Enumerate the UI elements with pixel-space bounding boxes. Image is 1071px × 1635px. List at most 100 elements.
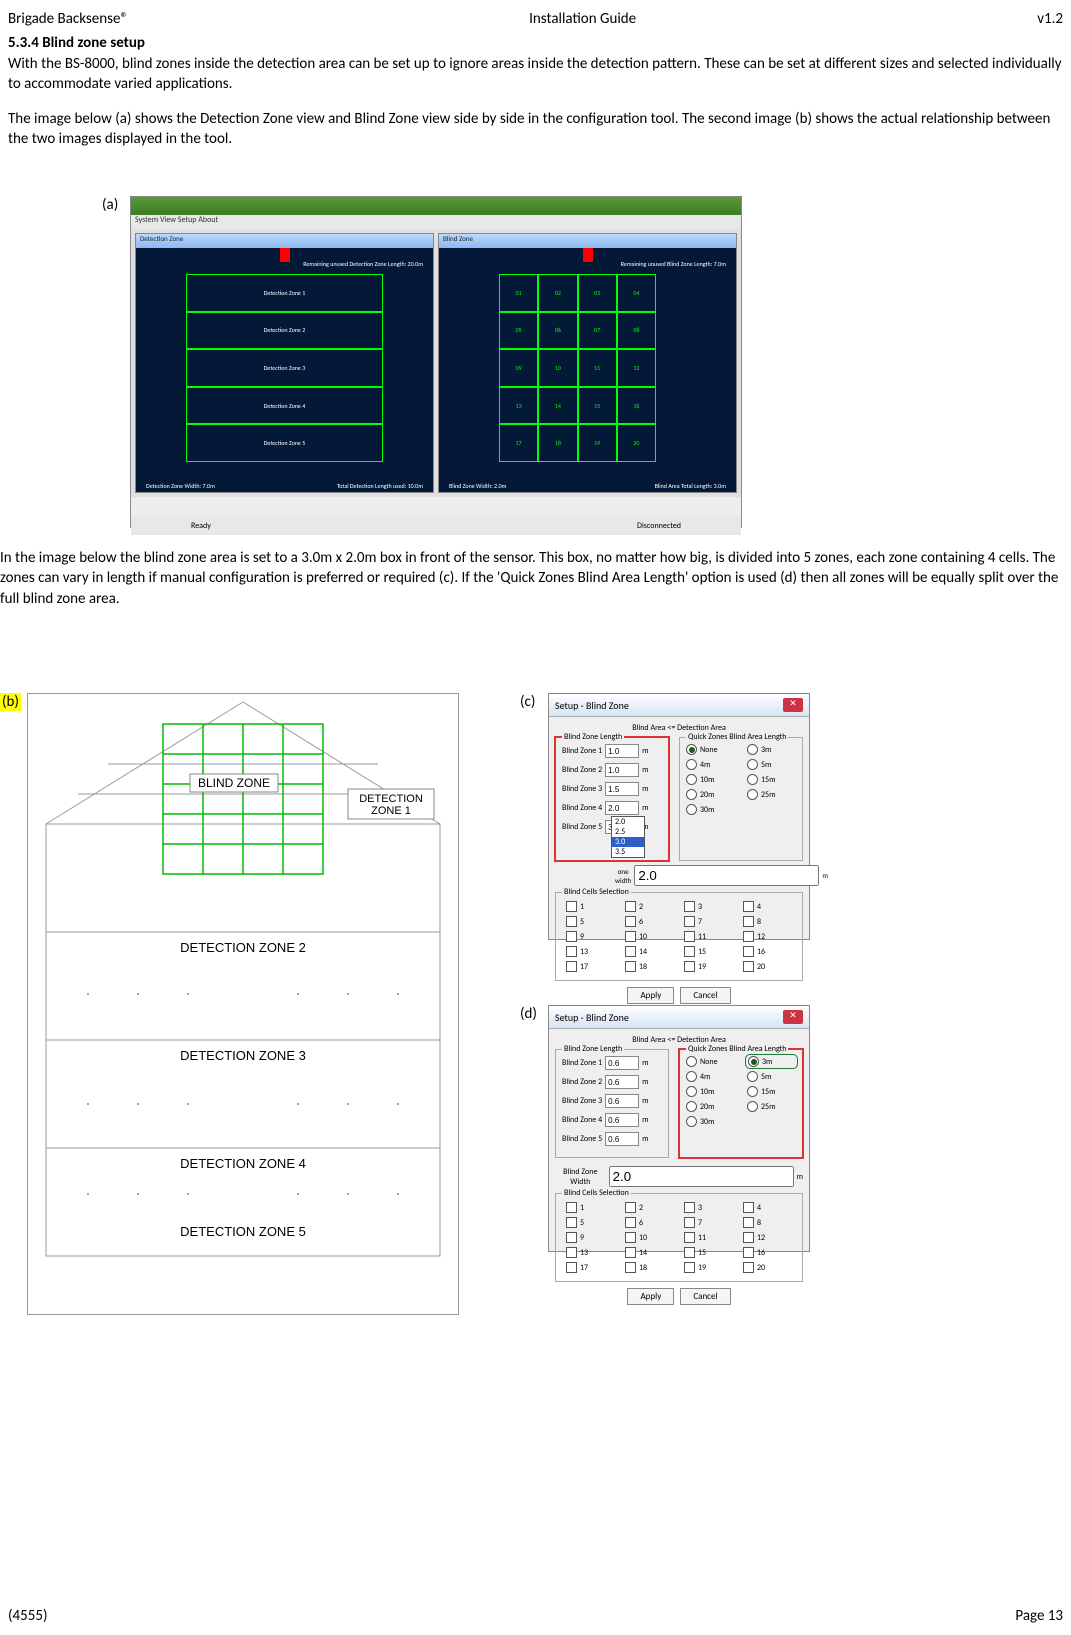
close-icon[interactable]: ✕ — [783, 698, 803, 712]
blind-cell-checkbox[interactable]: 17 — [566, 1262, 615, 1273]
blind-cell-checkbox[interactable]: 7 — [684, 1217, 733, 1228]
quick-zone-option[interactable]: 25m — [747, 1101, 796, 1112]
quick-zone-option[interactable]: None — [686, 744, 735, 755]
radio-icon[interactable] — [686, 804, 697, 815]
blind-cell-checkbox[interactable]: 15 — [684, 946, 733, 957]
checkbox-icon[interactable] — [566, 1217, 577, 1228]
checkbox-icon[interactable] — [743, 1262, 754, 1273]
blind-cell-checkbox[interactable]: 16 — [743, 1247, 792, 1258]
blind-cell-checkbox[interactable]: 2 — [625, 901, 674, 912]
checkbox-icon[interactable] — [684, 961, 695, 972]
quick-zone-option[interactable]: 10m — [686, 1086, 735, 1097]
cancel-button[interactable]: Cancel — [680, 987, 730, 1004]
quick-zone-option[interactable]: 15m — [747, 774, 796, 785]
blind-cell-checkbox[interactable]: 20 — [743, 1262, 792, 1273]
radio-icon[interactable] — [686, 759, 697, 770]
quick-zone-option[interactable]: 30m — [686, 1116, 735, 1127]
checkbox-icon[interactable] — [566, 1262, 577, 1273]
checkbox-icon[interactable] — [684, 1217, 695, 1228]
blind-zone-length-input[interactable] — [605, 1075, 639, 1089]
blind-cell-checkbox[interactable]: 1 — [566, 1202, 615, 1213]
radio-icon[interactable] — [747, 1086, 758, 1097]
quick-zone-option[interactable]: 20m — [686, 789, 735, 800]
checkbox-icon[interactable] — [625, 1247, 636, 1258]
checkbox-icon[interactable] — [743, 916, 754, 927]
checkbox-icon[interactable] — [625, 901, 636, 912]
blind-zone-length-input[interactable] — [605, 1094, 639, 1108]
checkbox-icon[interactable] — [684, 931, 695, 942]
blind-cell-checkbox[interactable]: 16 — [743, 946, 792, 957]
blind-zone-length-input[interactable] — [605, 1132, 639, 1146]
checkbox-icon[interactable] — [566, 946, 577, 957]
quick-zone-option[interactable]: 5m — [747, 1071, 796, 1082]
length-dropdown-list[interactable]: 2.0 2.5 3.0 3.5 — [611, 816, 645, 858]
radio-icon[interactable] — [686, 1101, 697, 1112]
blind-cell-checkbox[interactable]: 6 — [625, 916, 674, 927]
quick-zone-option[interactable]: 15m — [747, 1086, 796, 1097]
blind-cell-checkbox[interactable]: 19 — [684, 1262, 733, 1273]
radio-icon[interactable] — [747, 1071, 758, 1082]
radio-icon[interactable] — [747, 744, 758, 755]
checkbox-icon[interactable] — [743, 1202, 754, 1213]
quick-zone-option[interactable]: None — [686, 1056, 735, 1067]
blind-cell-checkbox[interactable]: 15 — [684, 1247, 733, 1258]
checkbox-icon[interactable] — [684, 1247, 695, 1258]
quick-zone-option[interactable]: 5m — [747, 759, 796, 770]
checkbox-icon[interactable] — [566, 916, 577, 927]
blind-cell-checkbox[interactable]: 12 — [743, 1232, 792, 1243]
blind-cell-checkbox[interactable]: 13 — [566, 946, 615, 957]
checkbox-icon[interactable] — [743, 931, 754, 942]
blind-cell-checkbox[interactable]: 20 — [743, 961, 792, 972]
blind-cell-checkbox[interactable]: 7 — [684, 916, 733, 927]
radio-icon[interactable] — [686, 744, 697, 755]
blind-cell-checkbox[interactable]: 14 — [625, 1247, 674, 1258]
apply-button[interactable]: Apply — [627, 1288, 674, 1305]
blind-cell-checkbox[interactable]: 9 — [566, 931, 615, 942]
radio-icon[interactable] — [686, 1071, 697, 1082]
checkbox-icon[interactable] — [566, 1202, 577, 1213]
radio-icon[interactable] — [686, 1056, 697, 1067]
blind-cell-checkbox[interactable]: 14 — [625, 946, 674, 957]
blind-cell-checkbox[interactable]: 4 — [743, 901, 792, 912]
checkbox-icon[interactable] — [743, 1247, 754, 1258]
blind-cell-checkbox[interactable]: 12 — [743, 931, 792, 942]
blind-cell-checkbox[interactable]: 5 — [566, 916, 615, 927]
close-icon[interactable]: ✕ — [783, 1010, 803, 1024]
apply-button[interactable]: Apply — [627, 987, 674, 1004]
checkbox-icon[interactable] — [743, 961, 754, 972]
quick-zone-option[interactable]: 25m — [747, 789, 796, 800]
checkbox-icon[interactable] — [684, 1232, 695, 1243]
checkbox-icon[interactable] — [625, 931, 636, 942]
radio-icon[interactable] — [747, 1101, 758, 1112]
radio-icon[interactable] — [747, 774, 758, 785]
blind-cell-checkbox[interactable]: 11 — [684, 1232, 733, 1243]
blind-zone-width-input[interactable] — [634, 865, 819, 886]
blind-zone-length-input[interactable] — [605, 782, 639, 796]
quick-zone-option[interactable]: 30m — [686, 804, 735, 815]
blind-cell-checkbox[interactable]: 18 — [625, 1262, 674, 1273]
checkbox-icon[interactable] — [743, 946, 754, 957]
blind-zone-length-input[interactable] — [605, 1113, 639, 1127]
checkbox-icon[interactable] — [684, 946, 695, 957]
blind-cell-checkbox[interactable]: 6 — [625, 1217, 674, 1228]
radio-icon[interactable] — [686, 789, 697, 800]
radio-icon[interactable] — [747, 759, 758, 770]
blind-cell-checkbox[interactable]: 5 — [566, 1217, 615, 1228]
blind-zone-length-input[interactable] — [605, 744, 639, 758]
blind-zone-width-input[interactable] — [609, 1166, 794, 1187]
blind-cell-checkbox[interactable]: 8 — [743, 916, 792, 927]
checkbox-icon[interactable] — [625, 1202, 636, 1213]
quick-zone-option[interactable]: 4m — [686, 1071, 735, 1082]
blind-cell-checkbox[interactable]: 19 — [684, 961, 733, 972]
blind-zone-length-input[interactable] — [605, 1056, 639, 1070]
checkbox-icon[interactable] — [743, 1232, 754, 1243]
blind-cell-checkbox[interactable]: 18 — [625, 961, 674, 972]
checkbox-icon[interactable] — [684, 916, 695, 927]
blind-cell-checkbox[interactable]: 11 — [684, 931, 733, 942]
blind-cell-checkbox[interactable]: 13 — [566, 1247, 615, 1258]
checkbox-icon[interactable] — [566, 1247, 577, 1258]
blind-cell-checkbox[interactable]: 4 — [743, 1202, 792, 1213]
checkbox-icon[interactable] — [684, 1262, 695, 1273]
blind-cell-checkbox[interactable]: 8 — [743, 1217, 792, 1228]
checkbox-icon[interactable] — [625, 946, 636, 957]
